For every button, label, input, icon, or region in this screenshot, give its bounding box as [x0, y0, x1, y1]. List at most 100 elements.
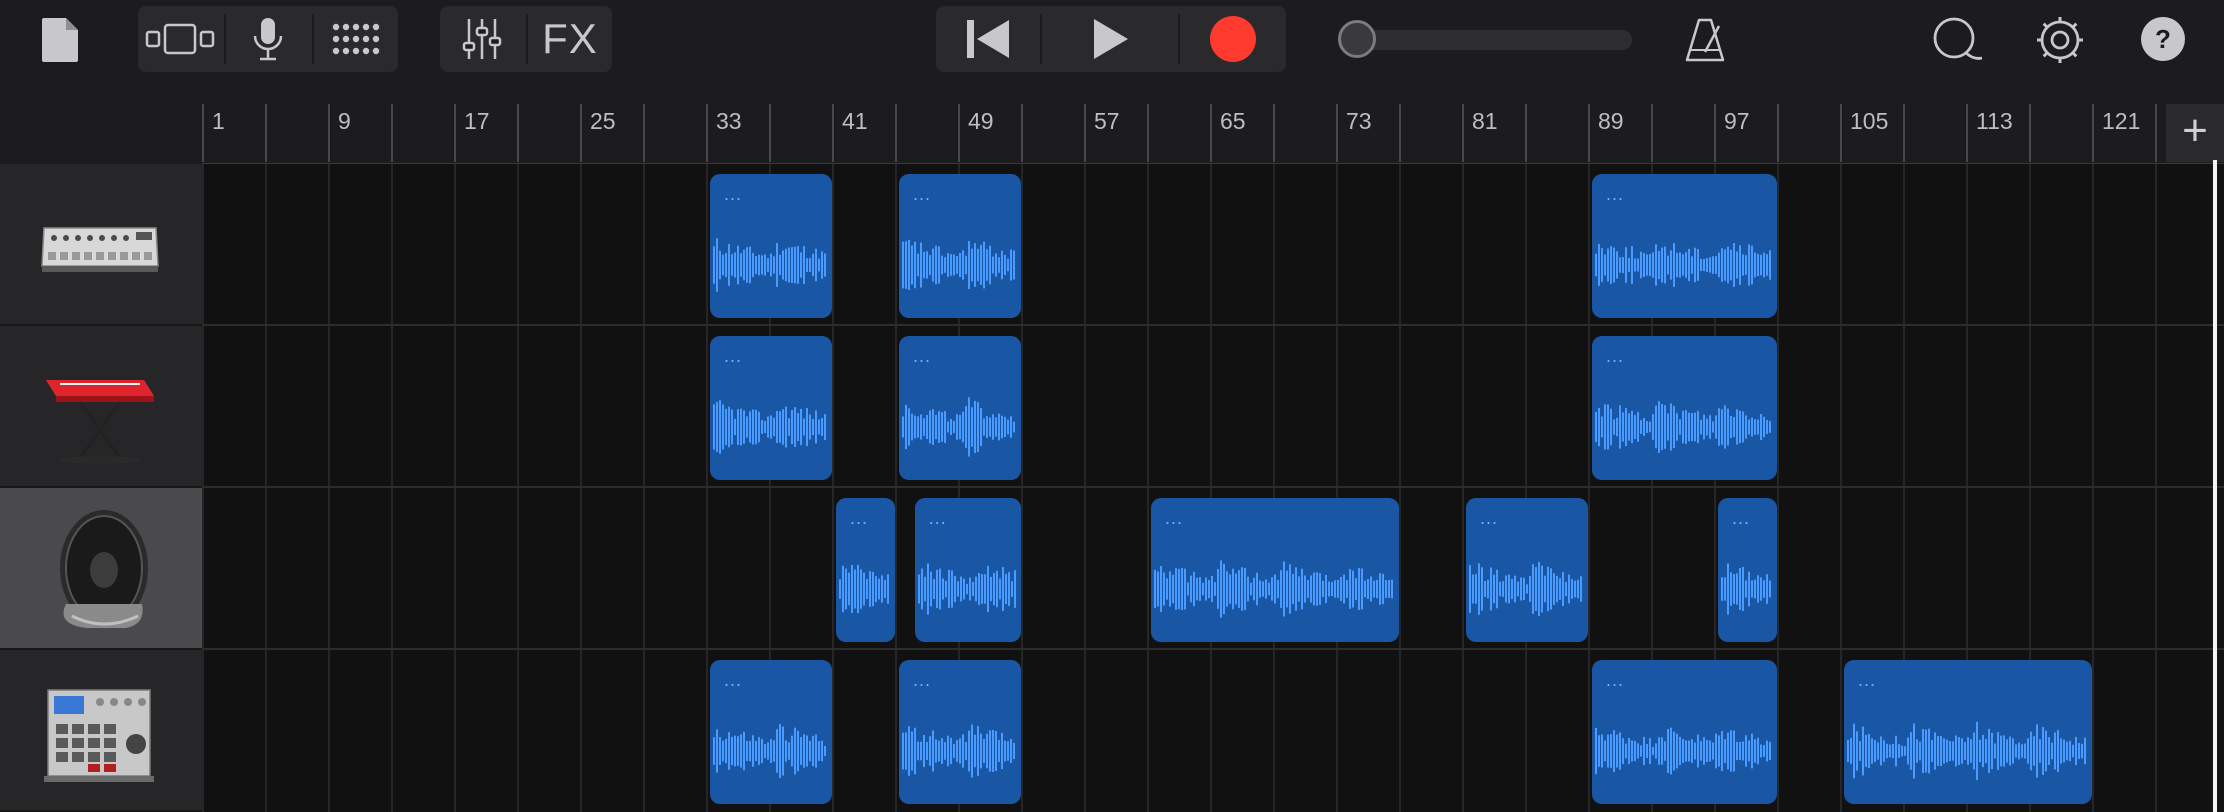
- settings-icon: [2037, 17, 2083, 63]
- track-header-drum-machine[interactable]: [0, 164, 202, 326]
- control-bar: FX ?: [0, 0, 2224, 104]
- audio-region[interactable]: ...: [710, 174, 832, 318]
- record-button[interactable]: [1180, 6, 1286, 72]
- slider-track: [1358, 30, 1632, 50]
- ruler-label: 9: [338, 108, 351, 134]
- ruler-tick: [2029, 104, 2031, 162]
- region-label: ...: [1858, 670, 1877, 690]
- audio-region[interactable]: ...: [914, 498, 1021, 642]
- audio-region[interactable]: ...: [1844, 660, 2092, 804]
- ruler-tick: [706, 104, 708, 162]
- ruler-tick: [2092, 104, 2094, 162]
- browser-grid-button[interactable]: [314, 6, 398, 72]
- audio-region[interactable]: ...: [836, 498, 895, 642]
- ruler-tick: [1966, 104, 1968, 162]
- grid-line: [517, 164, 519, 812]
- region-label: ...: [724, 670, 743, 690]
- waveform: [1595, 401, 1771, 453]
- ruler-tick: [1273, 104, 1275, 162]
- keyboard-icon: [46, 380, 154, 464]
- record-icon: [1210, 16, 1256, 62]
- ruler-label: 25: [590, 108, 616, 134]
- ruler-tick: [1588, 104, 1590, 162]
- play-button[interactable]: [1042, 6, 1178, 72]
- grid-line: [2092, 164, 2094, 812]
- tracks-area[interactable]: ........................................…: [202, 164, 2224, 812]
- go-to-beginning-button[interactable]: [936, 6, 1040, 72]
- grid-line: [1210, 164, 1212, 812]
- region-label: ...: [1606, 346, 1625, 366]
- audio-region[interactable]: ...: [710, 660, 832, 804]
- audio-region[interactable]: ...: [1151, 498, 1399, 642]
- grid-line: [895, 164, 897, 812]
- ruler-label: 73: [1346, 108, 1372, 134]
- ruler-label: 49: [968, 108, 994, 134]
- grid-line: [328, 164, 330, 812]
- ruler-label: 17: [464, 108, 490, 134]
- ruler-tick: [1840, 104, 1842, 162]
- ruler-tick: [1462, 104, 1464, 162]
- microphone-icon: [253, 18, 283, 61]
- audio-region[interactable]: ...: [899, 660, 1021, 804]
- ruler-tick: [1147, 104, 1149, 162]
- ruler-tick: [391, 104, 393, 162]
- ruler-tick: [2155, 104, 2157, 162]
- sampler-icon: [44, 689, 154, 782]
- grid-line: [454, 164, 456, 812]
- audio-region[interactable]: ...: [710, 336, 832, 480]
- bar-ruler[interactable]: 1 9 17 25 33 41 49 57 65 73 81 89 97 105 113 121: [202, 104, 2224, 165]
- region-label: ...: [913, 670, 932, 690]
- audio-region[interactable]: ...: [899, 336, 1021, 480]
- track-header-audio-recorder[interactable]: [0, 488, 202, 650]
- ruler-label: 57: [1094, 108, 1120, 134]
- metronome-button[interactable]: [1680, 12, 1730, 68]
- track-header-beat-sampler[interactable]: [0, 650, 202, 812]
- grid-line: [1525, 164, 1527, 812]
- playhead[interactable]: [2213, 160, 2217, 812]
- track-header-keyboard[interactable]: [0, 326, 202, 488]
- svg-text:?: ?: [2155, 24, 2171, 54]
- grid-line: [202, 164, 204, 812]
- region-label: ...: [913, 184, 932, 204]
- grid-line: [1084, 164, 1086, 812]
- grid-line: [1021, 164, 1023, 812]
- ruler-tick: [202, 104, 204, 162]
- audio-region[interactable]: ...: [1718, 498, 1777, 642]
- waveform: [902, 239, 1015, 291]
- grid-line: [265, 164, 267, 812]
- microphone-button[interactable]: [226, 6, 310, 72]
- mixer-group: FX: [440, 6, 612, 72]
- grid-line: [643, 164, 645, 812]
- audio-region[interactable]: ...: [899, 174, 1021, 318]
- document-icon[interactable]: [36, 12, 84, 68]
- track-view-button[interactable]: [138, 6, 222, 72]
- audio-region[interactable]: ...: [1592, 336, 1777, 480]
- waveform: [713, 723, 826, 779]
- grid-line: [1399, 164, 1401, 812]
- waveform: [1469, 561, 1582, 617]
- ruler-tick: [517, 104, 519, 162]
- fx-button[interactable]: FX: [528, 6, 612, 72]
- ruler-tick: [958, 104, 960, 162]
- track-view-icon: [145, 23, 215, 55]
- add-section-button[interactable]: +: [2166, 104, 2224, 162]
- audio-region[interactable]: ...: [1592, 660, 1777, 804]
- view-group: [138, 6, 398, 72]
- audio-region[interactable]: ...: [1466, 498, 1588, 642]
- mixer-button[interactable]: [440, 6, 524, 72]
- master-volume-slider[interactable]: [1338, 20, 1634, 60]
- region-label: ...: [1165, 508, 1184, 528]
- ruler-tick: [1210, 104, 1212, 162]
- ruler-label: 97: [1724, 108, 1750, 134]
- loop-browser-button[interactable]: [1928, 12, 1984, 68]
- grid-icon: [332, 23, 380, 55]
- audio-region[interactable]: ...: [1592, 174, 1777, 318]
- ruler-tick: [895, 104, 897, 162]
- slider-knob[interactable]: [1338, 20, 1376, 58]
- ruler-tick: [265, 104, 267, 162]
- settings-button[interactable]: [2032, 12, 2088, 68]
- grid-line: [1273, 164, 1275, 812]
- play-icon: [1094, 19, 1128, 59]
- help-button[interactable]: ?: [2138, 14, 2188, 64]
- grid-line: [832, 164, 834, 812]
